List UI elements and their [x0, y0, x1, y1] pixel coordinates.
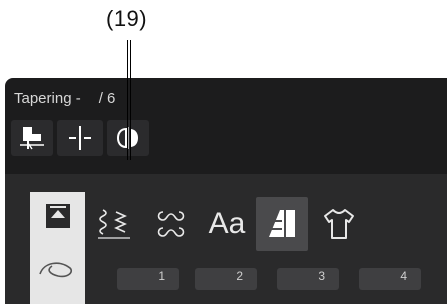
needle-position-icon: [69, 126, 91, 150]
tapering-category-icon: [269, 210, 295, 237]
tapering-start-icon: [20, 127, 44, 150]
callout-label: (19): [106, 6, 148, 31]
tab-garment[interactable]: [313, 197, 365, 251]
subcategory-button-2[interactable]: 2: [195, 268, 257, 290]
subcategory-button-1[interactable]: 1: [117, 268, 179, 290]
garment-icon: [324, 209, 354, 239]
subcategory-button-4[interactable]: 4: [359, 268, 421, 290]
needle-position-button[interactable]: [57, 120, 103, 156]
tab-utility-stitches[interactable]: [30, 192, 85, 304]
subcategory-number: 1: [158, 269, 165, 283]
quilt-stitch-icon: [157, 211, 185, 237]
tapering-panel: Tapering - / 6 Aa 1 2 3 4: [5, 78, 447, 304]
alphabet-icon: Aa: [208, 207, 246, 240]
tapering-start-button[interactable]: [11, 120, 53, 156]
panel-title: Tapering - / 6: [14, 90, 115, 107]
tab-alphabet[interactable]: Aa: [201, 197, 253, 251]
tab-tapering[interactable]: [256, 197, 308, 251]
callout-leader-line: [127, 40, 131, 160]
utility-stitch-icon: [45, 204, 70, 228]
subcategory-number: 4: [400, 269, 407, 283]
tab-quilt-stitches[interactable]: [145, 197, 197, 251]
tab-decorative-stitches[interactable]: [88, 197, 140, 251]
stitch-preview-icon: [30, 252, 85, 286]
subcategory-number: 2: [236, 269, 243, 283]
title-count: / 6: [98, 90, 116, 107]
decorative-stitch-icon: [98, 209, 130, 239]
title-text: Tapering -: [14, 90, 81, 107]
subcategory-number: 3: [318, 269, 325, 283]
subcategory-button-3[interactable]: 3: [277, 268, 339, 290]
